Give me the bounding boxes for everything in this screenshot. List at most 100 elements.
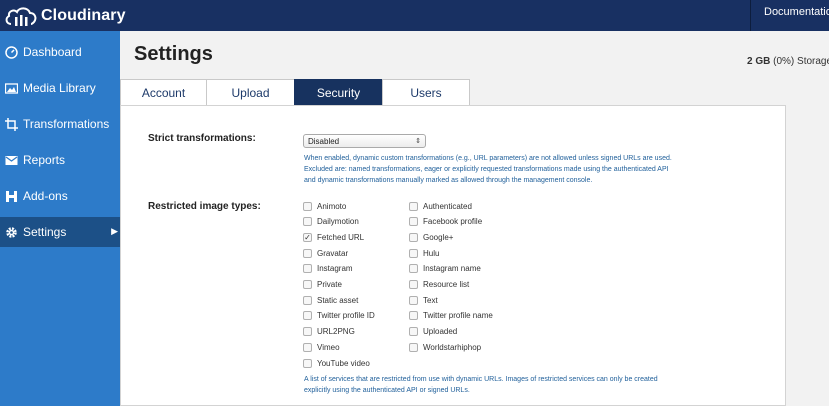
app-name: Cloudinary (41, 7, 126, 24)
checkbox[interactable] (409, 311, 418, 321)
checkbox[interactable] (409, 232, 418, 242)
restricted-type-option[interactable]: Google+ (409, 231, 453, 243)
restricted-type-label: Gravatar (317, 248, 349, 258)
main-content: Settings 2 GB (0%) Storage, 7, Account U… (120, 31, 829, 406)
documentation-link[interactable]: Documentation (750, 0, 829, 31)
checkbox[interactable] (303, 295, 312, 305)
restricted-type-option[interactable]: Resource list (409, 279, 469, 291)
image-icon (5, 82, 18, 95)
checkbox-checked[interactable]: ✓ (303, 232, 312, 242)
strict-transformations-label: Strict transformations: (148, 133, 256, 144)
sidebar-item-label: Dashboard (23, 45, 82, 59)
checkbox[interactable] (303, 327, 312, 337)
checkbox[interactable] (303, 342, 312, 352)
restricted-type-label: Text (423, 295, 438, 305)
restricted-type-option[interactable]: Twitter profile name (409, 310, 493, 322)
restricted-type-option[interactable]: Instagram (303, 263, 353, 275)
restricted-type-label: Twitter profile name (423, 311, 493, 321)
restricted-type-label: Vimeo (317, 342, 340, 352)
tab-upload[interactable]: Upload (206, 79, 295, 105)
restricted-type-label: Fetched URL (317, 232, 365, 242)
storage-value: 2 GB (747, 56, 771, 67)
crop-icon (5, 117, 18, 131)
restricted-type-option[interactable]: Authenticated (409, 200, 472, 212)
select-value: Disabled (308, 137, 340, 146)
restricted-image-types-label: Restricted image types: (148, 201, 261, 212)
help-line: When enabled, dynamic custom transformat… (304, 155, 672, 162)
restricted-type-option[interactable]: Vimeo (303, 341, 340, 353)
checkbox[interactable] (303, 248, 312, 258)
restricted-type-label: Dailymotion (317, 217, 359, 227)
settings-tabs: Account Upload Security Users (120, 79, 470, 105)
restricted-type-label: Google+ (423, 232, 454, 242)
checkbox[interactable] (409, 342, 418, 352)
restricted-type-option[interactable]: Private (303, 279, 342, 291)
active-arrow-icon: ▶ (111, 226, 118, 236)
restricted-type-option[interactable]: Instagram name (409, 263, 481, 275)
storage-summary: 2 GB (0%) Storage, 7, (747, 56, 829, 67)
restricted-type-option[interactable]: Text (409, 294, 438, 306)
restricted-type-option[interactable]: Uploaded (409, 326, 457, 338)
sidebar-item-add-ons[interactable]: Add-ons (0, 181, 120, 211)
restricted-type-label: Static asset (317, 295, 359, 305)
restricted-type-option[interactable]: Animoto (303, 200, 346, 212)
restricted-type-label: Animoto (317, 201, 347, 211)
tab-account[interactable]: Account (120, 79, 207, 105)
cloudinary-logo[interactable]: Cloudinary (4, 4, 126, 28)
checkbox[interactable] (409, 201, 418, 211)
help-line: and dynamic transformations manually mar… (304, 177, 593, 184)
restricted-type-option[interactable]: Dailymotion (303, 216, 359, 228)
cloud-logo-icon (5, 7, 37, 26)
restricted-type-label: YouTube video (317, 358, 370, 368)
checkbox[interactable] (303, 217, 312, 227)
restricted-type-option[interactable]: Worldstarhiphop (409, 341, 481, 353)
sidebar-item-dashboard[interactable]: Dashboard (0, 37, 120, 67)
checkbox[interactable] (409, 327, 418, 337)
strict-transformations-help: When enabled, dynamic custom transformat… (304, 153, 714, 186)
checkbox[interactable] (303, 280, 312, 289)
checkbox[interactable] (303, 264, 312, 274)
restricted-type-option[interactable]: Gravatar (303, 247, 348, 259)
sidebar-item-label: Media Library (23, 81, 96, 95)
sidebar-item-reports[interactable]: Reports (0, 145, 120, 175)
tab-users[interactable]: Users (382, 79, 470, 105)
sidebar-item-media-library[interactable]: Media Library (0, 73, 120, 103)
restricted-type-label: Authenticated (423, 201, 472, 211)
restricted-type-option[interactable]: ✓ Fetched URL (303, 231, 364, 243)
restricted-type-label: Facebook profile (423, 217, 483, 227)
restricted-type-label: Twitter profile ID (317, 311, 375, 321)
checkbox[interactable] (303, 358, 312, 368)
storage-percent: (0%) (773, 56, 795, 67)
sidebar-item-transformations[interactable]: Transformations (0, 109, 120, 139)
restricted-type-label: URL2PNG (317, 327, 355, 337)
restricted-type-option[interactable]: Facebook profile (409, 216, 482, 228)
restricted-types-help: A list of services that are restricted f… (304, 374, 714, 396)
checkbox[interactable] (409, 264, 418, 274)
security-panel: Strict transformations: Disabled ⇕ When … (120, 105, 786, 406)
checkbox[interactable] (303, 311, 312, 321)
restricted-type-option[interactable]: Hulu (409, 247, 439, 259)
gear-icon (5, 226, 18, 239)
checkbox[interactable] (409, 217, 418, 227)
restricted-type-option[interactable]: URL2PNG (303, 326, 355, 338)
sidebar: Dashboard Media Library Transformations … (0, 31, 120, 406)
restricted-type-label: Instagram (317, 264, 353, 274)
strict-transformations-select[interactable]: Disabled ⇕ (303, 134, 426, 148)
restricted-type-option[interactable]: Static asset (303, 294, 358, 306)
restricted-type-label: Hulu (423, 248, 440, 258)
checkbox[interactable] (409, 248, 418, 258)
select-arrows-icon: ⇕ (415, 138, 421, 145)
checkbox[interactable] (409, 295, 418, 305)
checkbox[interactable] (303, 201, 312, 211)
restricted-type-label: Instagram name (423, 264, 481, 274)
sidebar-item-settings[interactable]: Settings ▶ (0, 217, 120, 247)
envelope-chart-icon (5, 154, 18, 167)
restricted-type-label: Private (317, 280, 342, 289)
sidebar-item-label: Reports (23, 153, 66, 167)
help-line: A list of services that are restricted f… (304, 376, 658, 383)
restricted-type-option[interactable]: YouTube video (303, 357, 370, 369)
help-line: Excluded are: named transformations, eag… (304, 166, 669, 173)
checkbox[interactable] (409, 280, 418, 289)
tab-security[interactable]: Security (294, 79, 383, 105)
restricted-type-option[interactable]: Twitter profile ID (303, 310, 375, 322)
